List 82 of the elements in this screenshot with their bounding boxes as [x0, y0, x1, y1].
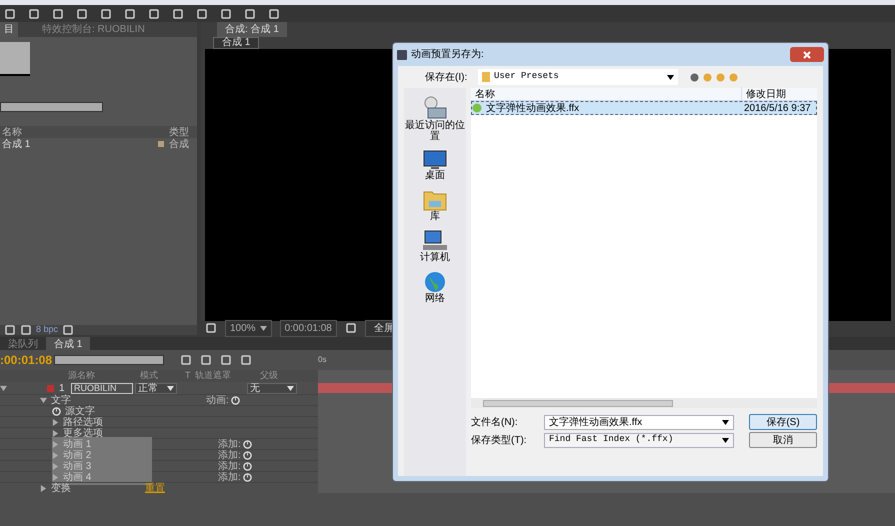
- place-item[interactable]: 最近访问的位置: [404, 96, 466, 142]
- app-icon: [397, 50, 407, 60]
- dropdown-arrow-icon: [260, 326, 267, 330]
- property-label: 文字: [51, 394, 71, 406]
- file-name-label: 文件名(N):: [471, 416, 519, 430]
- property-action-label: 添加:: [218, 459, 241, 472]
- thumbnail-placeholder: [0, 42, 30, 76]
- dropdown-arrow-icon: [722, 438, 729, 442]
- stopwatch-icon[interactable]: [242, 472, 252, 482]
- property-label: 动画 4: [63, 470, 92, 482]
- stopwatch-icon[interactable]: [242, 462, 252, 470]
- property-label: 更多选项: [63, 426, 103, 439]
- stopwatch-icon[interactable]: [52, 406, 61, 416]
- dropdown-arrow-icon: [667, 74, 674, 80]
- column-header: 名称: [474, 88, 496, 102]
- file-icon: [472, 103, 482, 113]
- place-item[interactable]: 桌面: [423, 150, 447, 181]
- item-name: 合成 1: [2, 138, 32, 152]
- time-display[interactable]: 0:00:01:08: [280, 320, 337, 336]
- bit-depth-label: 8 bpc: [36, 323, 58, 336]
- property-label: 动画 3: [63, 460, 92, 472]
- horizontal-scrollbar[interactable]: [471, 398, 817, 408]
- composition-tab[interactable]: 合成: 合成 1: [217, 22, 287, 37]
- timeline-tab[interactable]: 染队列: [0, 337, 46, 350]
- timeline-tab[interactable]: 合成 1: [46, 337, 90, 350]
- item-type: 合成: [169, 138, 190, 152]
- column-header: 源名称: [68, 369, 96, 382]
- place-item[interactable]: 计算机: [420, 230, 450, 263]
- property-label: 路径选项: [63, 415, 103, 428]
- computer-icon: [423, 230, 447, 252]
- expanded-triangle-icon[interactable]: [0, 384, 7, 392]
- dropdown-arrow-icon: [287, 386, 294, 390]
- stopwatch-icon[interactable]: [242, 450, 252, 460]
- file-row[interactable]: 文字弹性动画效果.ffx 2016/5/16 9:37: [471, 101, 817, 115]
- globe-icon: [424, 271, 446, 293]
- dropdown-arrow-icon: [167, 386, 174, 390]
- property-label: 变换: [51, 481, 71, 496]
- parent-dropdown[interactable]: 无: [247, 382, 297, 394]
- property-label: 动画 1: [63, 438, 92, 450]
- recent-places-icon: [422, 96, 448, 120]
- property-label: 源文字: [65, 404, 95, 416]
- column-header: 父级: [260, 369, 278, 382]
- search-field[interactable]: [54, 355, 164, 365]
- monitor-icon: [423, 150, 447, 170]
- column-header: 轨道遮罩: [195, 369, 232, 382]
- property-action-label: 添加:: [218, 470, 241, 484]
- save-type-label: 保存类型(T):: [471, 434, 528, 448]
- search-field[interactable]: [0, 102, 103, 112]
- save-type-dropdown[interactable]: Find Fast Index (*.ffx): [544, 432, 734, 448]
- current-time: :00:01:08: [0, 352, 50, 369]
- file-date: 2016/5/16 9:37: [743, 102, 812, 116]
- panel-tab[interactable]: 目: [0, 22, 18, 37]
- property-label: 动画 2: [63, 448, 92, 461]
- composition-button[interactable]: 合成 1: [213, 37, 260, 49]
- dialog-title: 动画预置另存为:: [411, 48, 485, 62]
- expanded-triangle-icon[interactable]: [40, 396, 47, 404]
- column-header: T: [185, 369, 192, 382]
- place-item[interactable]: 网络: [424, 271, 446, 304]
- property-action-label: 动画:: [206, 394, 229, 408]
- property-action-label: 添加:: [218, 448, 241, 460]
- file-name-field[interactable]: 文字弹性动画效果.ffx: [544, 414, 734, 430]
- close-button[interactable]: [790, 47, 824, 62]
- zoom-dropdown[interactable]: 100%: [225, 320, 272, 336]
- dropdown-arrow-icon: [722, 420, 729, 424]
- layer-name-field[interactable]: RUOBILIN: [71, 382, 133, 394]
- column-header: 模式: [140, 369, 159, 382]
- stopwatch-icon[interactable]: [230, 396, 240, 404]
- reset-link[interactable]: 重置: [145, 480, 165, 496]
- time-ruler-label: 0s: [318, 354, 328, 366]
- cancel-button[interactable]: 取消: [749, 432, 817, 448]
- save-button[interactable]: 保存(S): [749, 414, 817, 430]
- column-header: 类型: [169, 126, 190, 138]
- file-name: 文字弹性动画效果.ffx: [485, 102, 580, 116]
- blend-mode-dropdown[interactable]: 正常: [135, 382, 177, 394]
- column-header: 名称: [2, 126, 23, 138]
- layer-index: 1: [59, 382, 66, 394]
- place-item[interactable]: 库: [423, 189, 447, 222]
- property-action-label: 添加:: [218, 438, 241, 450]
- save-in-label: 保存在(I):: [425, 70, 468, 84]
- save-in-dropdown[interactable]: User Presets: [478, 69, 678, 85]
- close-icon: [803, 50, 811, 58]
- stopwatch-icon[interactable]: [242, 440, 252, 448]
